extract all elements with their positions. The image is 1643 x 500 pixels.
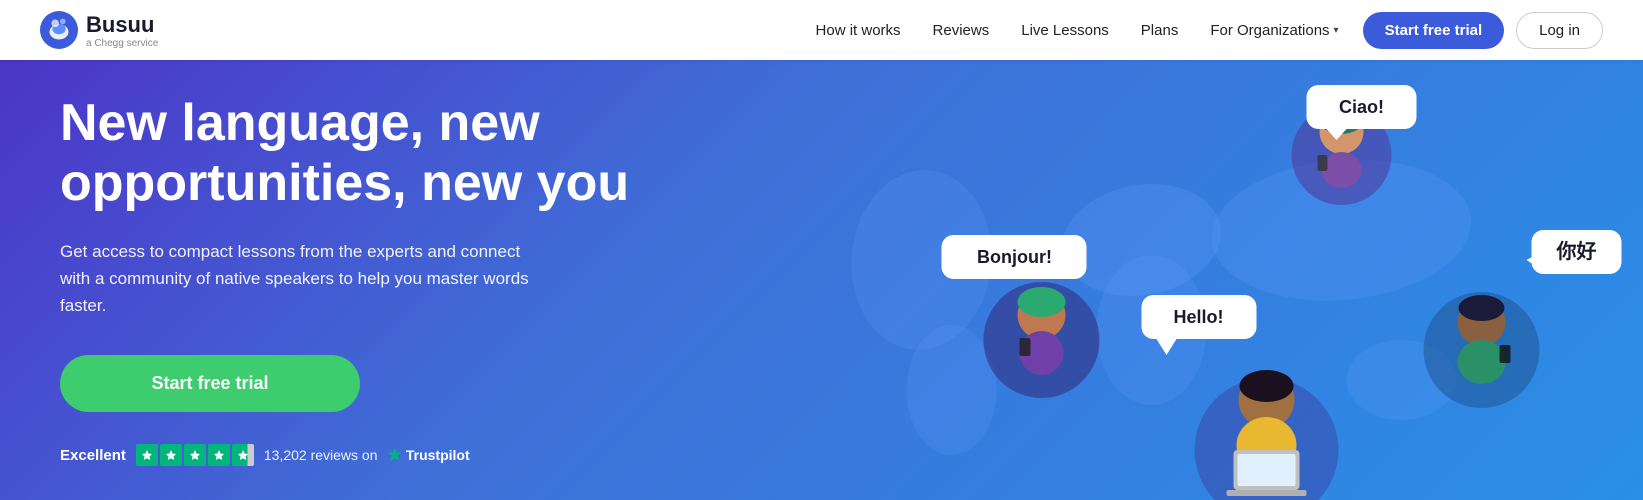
nav-plans[interactable]: Plans: [1141, 22, 1179, 39]
star-4: [208, 444, 230, 466]
trustpilot-stars: [136, 444, 254, 466]
svg-text:你好: 你好: [1556, 239, 1597, 263]
trustpilot-excellent: Excellent: [60, 447, 126, 464]
nav-how-it-works[interactable]: How it works: [816, 22, 901, 39]
world-map-svg: Ciao! Bonjour! Hello! 你好: [700, 60, 1643, 500]
chevron-down-icon: ▾: [1334, 25, 1339, 36]
star-3: [184, 444, 206, 466]
hero-title: New language, new opportunities, new you: [60, 94, 640, 214]
hero-section: New language, new opportunities, new you…: [0, 60, 1643, 500]
nav-for-organizations[interactable]: For Organizations ▾: [1210, 22, 1338, 39]
nav-login-button[interactable]: Log in: [1516, 12, 1603, 49]
trustpilot-star-icon: ★: [388, 445, 402, 465]
svg-text:Hello!: Hello!: [1173, 307, 1223, 327]
trustpilot-row: Excellent 13,202 reviews on: [60, 444, 640, 466]
logo-sub: a Chegg service: [86, 38, 158, 49]
nav-reviews[interactable]: Reviews: [933, 22, 990, 39]
svg-text:Ciao!: Ciao!: [1339, 97, 1384, 117]
trustpilot-logo: ★ Trustpilot: [388, 445, 470, 465]
hero-content: New language, new opportunities, new you…: [0, 60, 700, 500]
nav-links: How it works Reviews Live Lessons Plans …: [816, 22, 1339, 39]
star-2: [160, 444, 182, 466]
hero-subtitle: Get access to compact lessons from the e…: [60, 238, 540, 320]
nav-start-trial-button[interactable]: Start free trial: [1363, 12, 1505, 49]
svg-text:Bonjour!: Bonjour!: [977, 247, 1052, 267]
nav-live-lessons[interactable]: Live Lessons: [1021, 22, 1109, 39]
logo[interactable]: Busuu a Chegg service: [40, 11, 158, 49]
trustpilot-reviews: 13,202 reviews on: [264, 447, 378, 463]
logo-name: Busuu: [86, 12, 158, 38]
navbar: Busuu a Chegg service How it works Revie…: [0, 0, 1643, 60]
hero-illustration: Ciao! Bonjour! Hello! 你好: [700, 60, 1643, 500]
star-1: [136, 444, 158, 466]
star-5-half: [232, 444, 254, 466]
busuu-logo-icon: [40, 11, 78, 49]
trustpilot-platform: Trustpilot: [406, 447, 470, 463]
hero-start-trial-button[interactable]: Start free trial: [60, 355, 360, 412]
